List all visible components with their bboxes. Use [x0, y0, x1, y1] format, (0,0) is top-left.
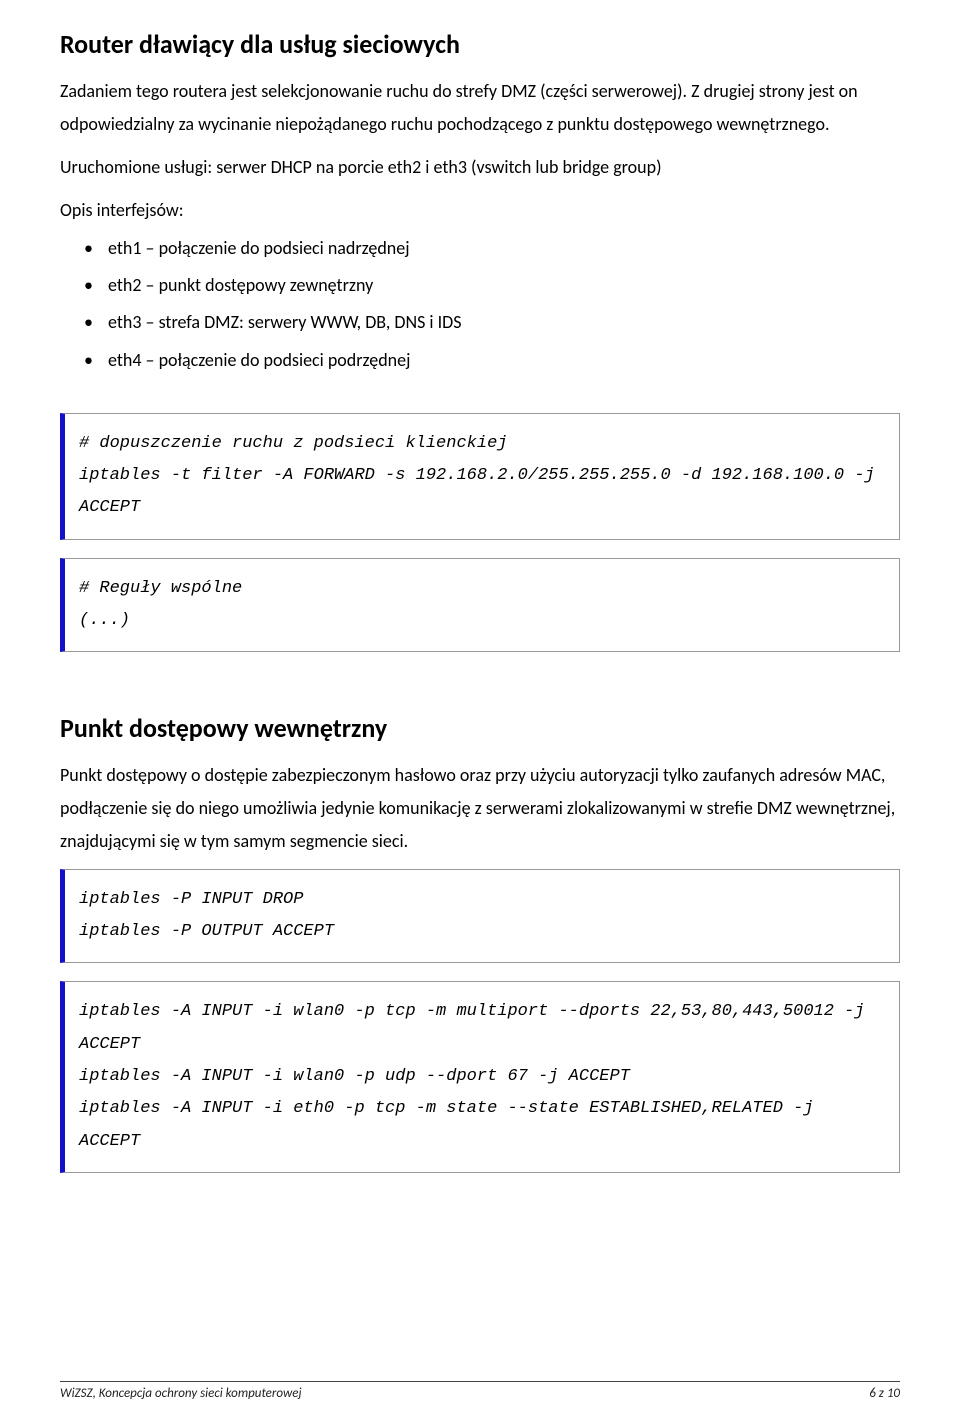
- code-block-forward-rule: # dopuszczenie ruchu z podsieci kliencki…: [60, 413, 900, 540]
- list-item: eth1 – połączenie do podsieci nadrzędnej: [60, 232, 900, 265]
- section1-paragraph-1: Zadaniem tego routera jest selekcjonowan…: [60, 75, 900, 142]
- section2-heading: Punkt dostępowy wewnętrzny: [60, 712, 900, 745]
- document-page: Router dławiący dla usług sieciowych Zad…: [0, 0, 960, 1415]
- code-block-policy: iptables -P INPUT DROP iptables -P OUTPU…: [60, 869, 900, 964]
- footer-right: 6 z 10: [869, 1386, 900, 1401]
- list-item: eth2 – punkt dostępowy zewnętrzny: [60, 269, 900, 302]
- list-item: eth4 – połączenie do podsieci podrzędnej: [60, 344, 900, 377]
- footer-left: WiZSZ, Koncepcja ochrony sieci komputero…: [60, 1386, 302, 1401]
- code-block-common-rules: # Reguły wspólne (...): [60, 558, 900, 653]
- code-block-input-rules: iptables -A INPUT -i wlan0 -p tcp -m mul…: [60, 981, 900, 1172]
- interface-list-intro: Opis interfejsów:: [60, 194, 900, 227]
- list-item: eth3 – strefa DMZ: serwery WWW, DB, DNS …: [60, 306, 900, 339]
- section-spacer: [60, 670, 900, 712]
- section1-paragraph-2: Uruchomione usługi: serwer DHCP na porci…: [60, 151, 900, 184]
- section1-heading: Router dławiący dla usług sieciowych: [60, 28, 900, 61]
- page-footer: WiZSZ, Koncepcja ochrony sieci komputero…: [60, 1381, 900, 1401]
- interface-list: eth1 – połączenie do podsieci nadrzędnej…: [60, 232, 900, 377]
- section2-paragraph: Punkt dostępowy o dostępie zabezpieczony…: [60, 759, 900, 859]
